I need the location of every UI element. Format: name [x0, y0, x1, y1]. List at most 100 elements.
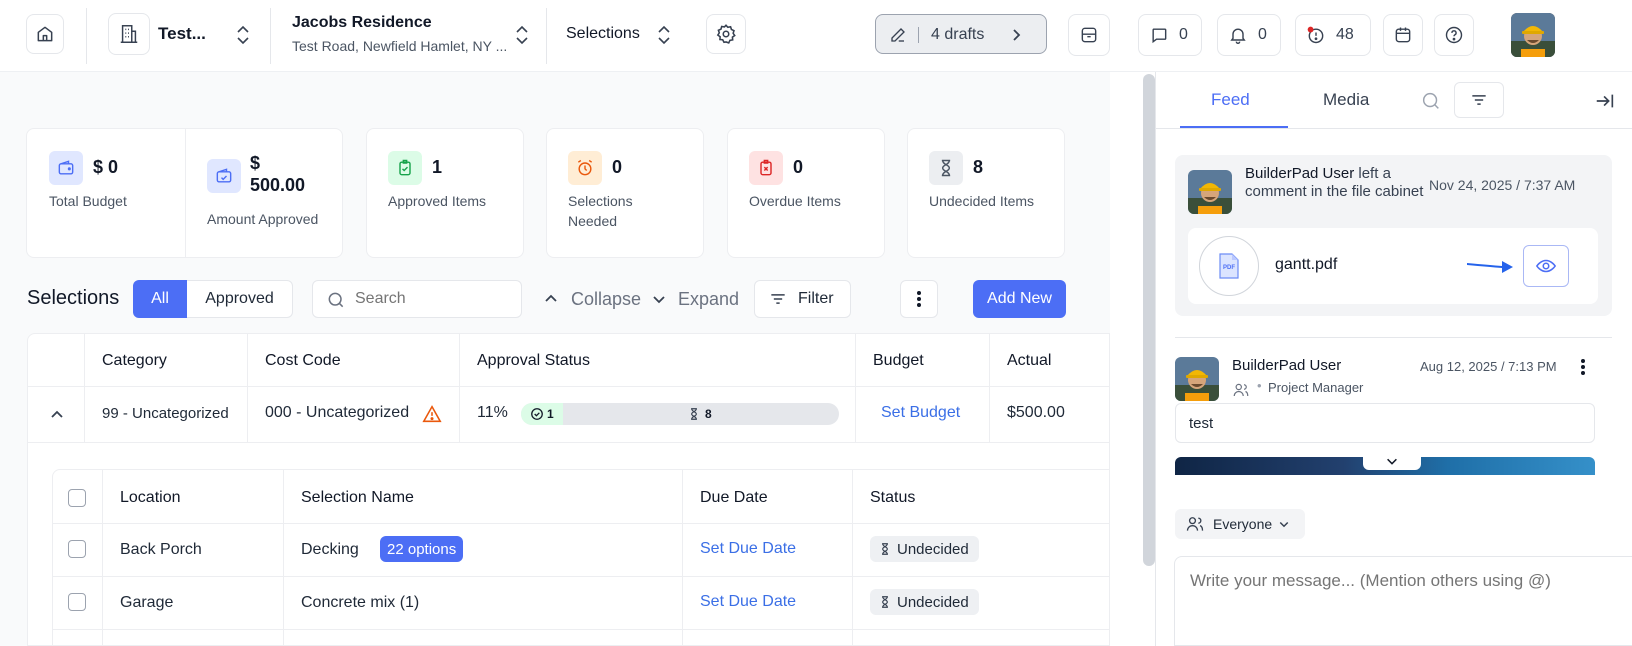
- building-icon: [120, 25, 138, 43]
- table-row[interactable]: Garage Concrete mix (1) Set Due Date Und…: [53, 577, 1109, 629]
- selections-needed-card[interactable]: 0 Selections Needed: [546, 128, 704, 258]
- author-role: Project Manager: [1268, 380, 1364, 395]
- overdue-items-label: Overdue Items: [749, 193, 841, 209]
- layout-button[interactable]: [1068, 14, 1110, 56]
- set-budget-link[interactable]: Set Budget: [881, 404, 960, 422]
- filter-label: Filter: [798, 290, 834, 307]
- chevron-down-icon: [653, 296, 665, 304]
- col-header-cost-code[interactable]: Cost Code: [265, 352, 341, 370]
- avatar-image: [1188, 170, 1232, 214]
- collapse-button[interactable]: Collapse: [543, 287, 641, 311]
- col-header-due-date[interactable]: Due Date: [700, 489, 768, 507]
- col-header-actual[interactable]: Actual: [1007, 352, 1051, 370]
- undecided-items-card[interactable]: 8 Undecided Items: [907, 128, 1065, 258]
- author-name[interactable]: BuilderPad User: [1232, 357, 1341, 374]
- message-input[interactable]: [1174, 556, 1632, 646]
- home-button[interactable]: [26, 14, 64, 54]
- chevron-up-icon[interactable]: [49, 407, 65, 423]
- more-options-button[interactable]: [900, 280, 938, 318]
- filter-all-label: All: [151, 290, 169, 307]
- drafts-label: 4 drafts: [931, 26, 985, 43]
- module-selector[interactable]: Selections: [566, 14, 682, 56]
- approval-percent: 11%: [477, 404, 508, 421]
- comment-box: test: [1175, 403, 1595, 443]
- notifications-button[interactable]: 0: [1217, 14, 1281, 56]
- messages-count: 0: [1179, 26, 1188, 43]
- status-badge: Undecided: [870, 536, 979, 562]
- chevron-up-icon: [545, 294, 557, 302]
- collapse-panel-icon[interactable]: [1594, 90, 1616, 112]
- search-icon[interactable]: [1420, 90, 1442, 112]
- category-cell: 99 - Uncategorized: [102, 405, 229, 422]
- attachment-card[interactable]: PDF gantt.pdf: [1188, 228, 1598, 304]
- col-header-approval-status[interactable]: Approval Status: [477, 352, 590, 370]
- alarm-clock-icon: [568, 151, 602, 185]
- col-header-selection-name[interactable]: Selection Name: [301, 489, 414, 507]
- search-icon: [328, 292, 344, 308]
- company-selector[interactable]: Test...: [108, 13, 258, 57]
- tab-feed-label: Feed: [1211, 90, 1250, 109]
- feed-item-text: BuilderPad User left a comment in the fi…: [1245, 165, 1425, 201]
- users-icon: [1186, 517, 1204, 531]
- col-header-category[interactable]: Category: [102, 352, 167, 370]
- user-avatar[interactable]: [1511, 13, 1555, 57]
- company-name: Test...: [158, 24, 206, 43]
- set-due-date-link[interactable]: Set Due Date: [700, 593, 796, 611]
- approved-items-card[interactable]: 1 Approved Items: [366, 128, 524, 258]
- col-header-budget[interactable]: Budget: [873, 352, 924, 370]
- messages-button[interactable]: 0: [1138, 14, 1202, 56]
- help-button[interactable]: [1434, 14, 1474, 56]
- scroll-down-button[interactable]: [1363, 452, 1421, 470]
- feed-timestamp: Aug 12, 2025 / 7:13 PM: [1420, 359, 1557, 374]
- clipboard-x-icon: [749, 151, 783, 185]
- search-box[interactable]: [312, 280, 522, 318]
- chevron-updown-icon: [237, 25, 249, 45]
- status-badge: Undecided: [870, 589, 979, 615]
- row-checkbox[interactable]: [68, 593, 86, 611]
- selection-name-cell[interactable]: Decking: [301, 541, 359, 559]
- avatar-image: [1175, 357, 1219, 401]
- filter-button[interactable]: Filter: [754, 280, 851, 318]
- collapse-label: Collapse: [571, 288, 642, 309]
- col-header-location[interactable]: Location: [120, 489, 181, 507]
- filter-approved-button[interactable]: Approved: [187, 280, 293, 318]
- alerts-count: 48: [1336, 26, 1354, 43]
- scrollbar[interactable]: [1143, 74, 1155, 566]
- audience-selector[interactable]: Everyone: [1175, 509, 1305, 539]
- table-row[interactable]: Back Porch Decking 22 options Set Due Da…: [53, 524, 1109, 576]
- divider: [546, 8, 547, 64]
- calendar-button[interactable]: [1383, 14, 1423, 56]
- row-checkbox[interactable]: [68, 540, 86, 558]
- alerts-button[interactable]: 48: [1295, 14, 1371, 56]
- overdue-items-card[interactable]: 0 Overdue Items: [727, 128, 885, 258]
- feed-timestamp: Nov 24, 2025 / 7:37 AM: [1429, 177, 1576, 193]
- layout-icon: [1081, 27, 1097, 43]
- select-all-checkbox[interactable]: [68, 489, 86, 507]
- view-attachment-button[interactable]: [1523, 245, 1569, 287]
- audience-label: Everyone: [1213, 516, 1273, 532]
- tab-media[interactable]: Media: [1296, 72, 1406, 128]
- selection-name-cell[interactable]: Concrete mix (1): [301, 594, 419, 612]
- chevron-updown-icon: [658, 25, 670, 45]
- expand-button[interactable]: Expand: [651, 287, 739, 311]
- author-name[interactable]: BuilderPad User: [1245, 165, 1354, 182]
- project-name: Jacobs Residence: [292, 14, 432, 31]
- settings-button[interactable]: [706, 14, 746, 54]
- attachment-name[interactable]: gantt.pdf: [1275, 256, 1337, 274]
- kebab-icon: [917, 291, 921, 307]
- kebab-icon[interactable]: [1580, 357, 1586, 377]
- author-avatar: [1188, 170, 1232, 214]
- search-input[interactable]: [355, 289, 505, 309]
- add-new-button[interactable]: Add New: [973, 280, 1066, 318]
- calendar-icon: [1395, 27, 1411, 43]
- drafts-button[interactable]: 4 drafts: [875, 14, 1047, 54]
- set-due-date-link[interactable]: Set Due Date: [700, 540, 796, 558]
- tab-feed[interactable]: Feed: [1180, 72, 1288, 128]
- actual-cell: $500.00: [1007, 404, 1065, 421]
- col-header-status[interactable]: Status: [870, 489, 915, 507]
- project-selector[interactable]: Jacobs Residence Test Road, Newfield Ham…: [292, 12, 534, 58]
- filter-all-button[interactable]: All: [133, 280, 187, 318]
- options-badge[interactable]: 22 options: [380, 536, 464, 562]
- bell-icon: [1230, 28, 1246, 44]
- feed-filter-button[interactable]: [1454, 82, 1504, 118]
